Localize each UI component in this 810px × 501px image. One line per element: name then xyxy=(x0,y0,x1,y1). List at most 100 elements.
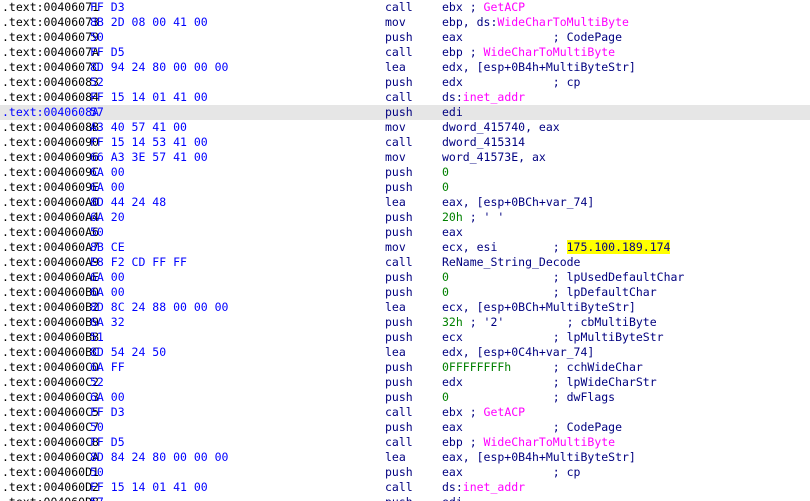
operands[interactable]: edx, [esp+0C4h+var_74] xyxy=(442,345,594,360)
code-line[interactable]: .text:00406084 FF 15 14 01 41 00 call ds:in… xyxy=(0,90,810,105)
code-line[interactable]: .text:004060C2 52 push edx ; lpWideCharStr xyxy=(0,375,810,390)
code-line[interactable]: .text:004060C3 6A 00 push 0 ; dwFlags xyxy=(0,390,810,405)
operands[interactable]: 0 ; lpDefaultChar xyxy=(442,285,657,300)
address[interactable]: .text:004060A4 xyxy=(2,210,99,225)
operands[interactable]: 20h ; ' ' xyxy=(442,210,504,225)
operands[interactable]: ebx ; GetACP xyxy=(442,405,525,420)
code-line[interactable]: .text:00406073 8B 2D 08 00 41 00 mov ebp, d… xyxy=(0,15,810,30)
address[interactable]: .text:00406083 xyxy=(2,75,99,90)
mnemonic[interactable]: push xyxy=(385,420,413,435)
mnemonic[interactable]: push xyxy=(385,105,413,120)
mnemonic[interactable]: push xyxy=(385,390,413,405)
mnemonic[interactable]: call xyxy=(385,135,413,150)
code-line[interactable]: .text:004060D2 FF 15 14 01 41 00 call ds:in… xyxy=(0,480,810,495)
code-line[interactable]: .text:004060D857 push edi xyxy=(0,495,810,501)
code-line[interactable]: .text:004060C5 FF D3 call ebx ; GetACP xyxy=(0,405,810,420)
code-line[interactable]: .text:004060C0 6A FF push 0FFFFFFFFh ; cchW… xyxy=(0,360,810,375)
code-line[interactable]: .text:00406079 50 push eax ; CodePage xyxy=(0,30,810,45)
operands[interactable]: ecx ; lpMultiByteStr xyxy=(442,330,664,345)
address[interactable]: .text:004060B0 xyxy=(2,285,99,300)
mnemonic[interactable]: call xyxy=(385,45,413,60)
symbol-name[interactable]: WideCharToMultiByte xyxy=(497,15,629,29)
code-line[interactable]: .text:004060A6 50 push eax xyxy=(0,225,810,240)
operands[interactable]: eax ; CodePage xyxy=(442,30,622,45)
address[interactable]: .text:00406084 xyxy=(2,90,99,105)
address[interactable]: .text:004060D1 xyxy=(2,465,99,480)
operands[interactable]: 0 xyxy=(442,165,449,180)
mnemonic[interactable]: push xyxy=(385,360,413,375)
code-line[interactable]: .text:0040609C 6A 00 push 0 xyxy=(0,165,810,180)
address[interactable]: .text:004060A0 xyxy=(2,195,99,210)
mnemonic[interactable]: push xyxy=(385,270,413,285)
mnemonic[interactable]: push xyxy=(385,75,413,90)
address[interactable]: .text:0040607A xyxy=(2,45,99,60)
address[interactable]: .text:004060BB xyxy=(2,330,99,345)
code-line[interactable]: .text:00406096 66 A3 3E 57 41 00 mov word_4… xyxy=(0,150,810,165)
mnemonic[interactable]: call xyxy=(385,255,413,270)
mnemonic[interactable]: push xyxy=(385,315,413,330)
operands[interactable]: edx, [esp+0B4h+MultiByteStr] xyxy=(442,60,636,75)
address[interactable]: .text:0040609C xyxy=(2,165,99,180)
code-line[interactable]: .text:004060AE 6A 00 push 0 ; lpUsedDefault… xyxy=(0,270,810,285)
address[interactable]: .text:0040608A xyxy=(2,105,99,120)
code-line[interactable]: .text:004060B9 6A 32 push 32h ; '2' ; cbMul… xyxy=(0,315,810,330)
address[interactable]: .text:004060D8 xyxy=(2,495,99,501)
mnemonic[interactable]: mov xyxy=(385,150,406,165)
address[interactable]: .text:00406090 xyxy=(2,135,99,150)
code-line[interactable]: .text:004060A0 8D 44 24 48 lea eax, [esp+0B… xyxy=(0,195,810,210)
operands[interactable]: word_41573E, ax xyxy=(442,150,546,165)
code-line[interactable]: .text:004060BB 51 push ecx ; lpMultiByteStr xyxy=(0,330,810,345)
address[interactable]: .text:004060A7 xyxy=(2,240,99,255)
mnemonic[interactable]: lea xyxy=(385,60,406,75)
address[interactable]: .text:004060D2 xyxy=(2,480,99,495)
operands[interactable]: ebp ; WideCharToMultiByte xyxy=(442,45,615,60)
code-line[interactable]: .text:00406090 FF 15 14 53 41 00 call dword… xyxy=(0,135,810,150)
code-line[interactable]: .text:004060BC 8D 54 24 50 lea edx, [esp+0C… xyxy=(0,345,810,360)
code-line[interactable]: .text:004060B0 6A 00 push 0 ; lpDefaultChar xyxy=(0,285,810,300)
code-line[interactable]: .text:004060C8 FF D5 call ebp ; WideCharToM… xyxy=(0,435,810,450)
address[interactable]: .text:00406079 xyxy=(2,30,99,45)
operands[interactable]: edx ; cp xyxy=(442,75,580,90)
mnemonic[interactable]: mov xyxy=(385,15,406,30)
mnemonic[interactable]: call xyxy=(385,480,413,495)
mnemonic[interactable]: call xyxy=(385,405,413,420)
mnemonic[interactable]: push xyxy=(385,375,413,390)
symbol-name[interactable]: inet_addr xyxy=(463,480,525,494)
mnemonic[interactable]: lea xyxy=(385,345,406,360)
operands[interactable]: eax xyxy=(442,225,463,240)
operands[interactable]: eax, [esp+0BCh+var_74] xyxy=(442,195,594,210)
mnemonic[interactable]: call xyxy=(385,90,413,105)
operands[interactable]: 0FFFFFFFFh ; cchWideChar xyxy=(442,360,643,375)
address[interactable]: .text:004060B9 xyxy=(2,315,99,330)
address[interactable]: .text:004060C0 xyxy=(2,360,99,375)
address[interactable]: .text:00406073 xyxy=(2,15,99,30)
address[interactable]: .text:0040608B xyxy=(2,120,99,135)
address[interactable]: .text:004060C2 xyxy=(2,375,99,390)
code-line[interactable]: .text:004060A9 E8 F2 CD FF FF call ReName_S… xyxy=(0,255,810,270)
code-line[interactable]: .text:004060CA 8D 84 24 80 00 00 00 lea eax… xyxy=(0,450,810,465)
operands[interactable]: ebx ; GetACP xyxy=(442,0,525,15)
mnemonic[interactable]: push xyxy=(385,495,413,501)
operands[interactable]: edi xyxy=(442,105,463,120)
symbol-name[interactable]: WideCharToMultiByte xyxy=(484,45,616,59)
mnemonic[interactable]: push xyxy=(385,210,413,225)
code-line[interactable]: .text:0040609E 6A 00 push 0 xyxy=(0,180,810,195)
address[interactable]: .text:00406096 xyxy=(2,150,99,165)
operands[interactable]: ebp, ds:WideCharToMultiByte xyxy=(442,15,629,30)
code-line[interactable]: .text:0040607A FF D5 call ebp ; WideCharToM… xyxy=(0,45,810,60)
code-line[interactable]: .text:004060A7 8B CE mov ecx, esi ; 175.100… xyxy=(0,240,810,255)
code-line[interactable]: .text:004060D1 50 push eax ; cp xyxy=(0,465,810,480)
operands[interactable]: 32h ; '2' ; cbMultiByte xyxy=(442,315,657,330)
operands[interactable]: 0 ; lpUsedDefaultChar xyxy=(442,270,684,285)
mnemonic[interactable]: lea xyxy=(385,195,406,210)
address[interactable]: .text:0040609E xyxy=(2,180,99,195)
symbol-name[interactable]: inet_addr xyxy=(463,90,525,104)
code-line[interactable]: .text:00406071 FF D3 call ebx ; GetACP xyxy=(0,0,810,15)
mnemonic[interactable]: mov xyxy=(385,120,406,135)
code-line[interactable]: .text:0040607C 8D 94 24 80 00 00 00 lea edx… xyxy=(0,60,810,75)
mnemonic[interactable]: push xyxy=(385,330,413,345)
address[interactable]: .text:004060C5 xyxy=(2,405,99,420)
address[interactable]: .text:004060C8 xyxy=(2,435,99,450)
operands[interactable]: edi xyxy=(442,495,463,501)
mnemonic[interactable]: push xyxy=(385,165,413,180)
